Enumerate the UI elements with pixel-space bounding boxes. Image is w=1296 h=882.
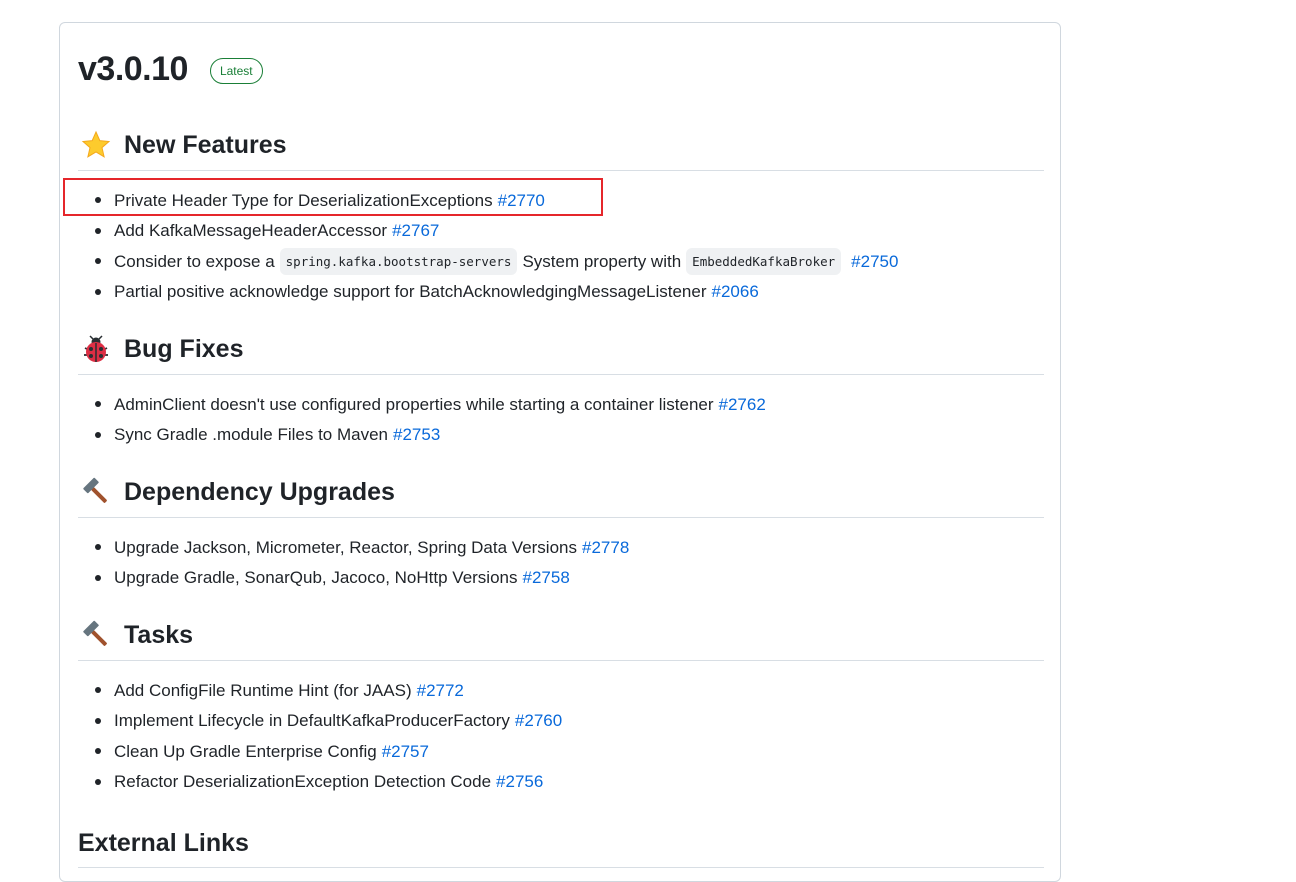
section-heading-external-links: External Links [78,827,1044,868]
list-item: Upgrade Gradle, SonarQub, Jacoco, NoHttp… [95,563,1044,594]
release-version-title[interactable]: v3.0.10 [78,48,188,90]
issue-link[interactable]: #2770 [498,190,545,211]
dependency-list: Upgrade Jackson, Micrometer, Reactor, Sp… [78,532,1044,593]
feature-list: Private Header Type for DeserializationE… [78,185,1044,307]
hammer-icon [81,620,111,650]
section-new-features: New Features Private Header Type for Des… [78,126,1044,307]
list-item: Implement Lifecycle in DefaultKafkaProdu… [95,706,1044,737]
list-item: AdminClient doesn't use configured prope… [95,389,1044,420]
issue-link[interactable]: #2756 [496,771,543,792]
list-item: Consider to expose a spring.kafka.bootst… [95,246,1044,277]
hammer-icon [81,477,111,507]
list-item: Partial positive acknowledge support for… [95,277,1044,308]
latest-badge: Latest [209,58,263,84]
release-card: v3.0.10 Latest New Features Private Head… [59,22,1061,882]
inline-code: spring.kafka.bootstrap-servers [279,247,518,275]
issue-link[interactable]: #2778 [582,537,629,558]
list-item: Upgrade Jackson, Micrometer, Reactor, Sp… [95,532,1044,563]
task-list: Add ConfigFile Runtime Hint (for JAAS) #… [78,675,1044,797]
star-icon [81,130,111,160]
issue-link[interactable]: #2772 [417,680,464,701]
ladybug-icon [81,334,111,364]
release-header: v3.0.10 Latest [78,48,263,90]
list-item: Add KafkaMessageHeaderAccessor #2767 [95,216,1044,247]
list-item: Refactor DeserializationException Detect… [95,767,1044,798]
bugfix-list: AdminClient doesn't use configured prope… [78,389,1044,450]
section-bug-fixes: Bug Fixes AdminClient doesn't use config… [78,330,1044,450]
issue-link[interactable]: #2753 [393,424,440,445]
inline-code: EmbeddedKafkaBroker [686,247,842,275]
issue-link[interactable]: #2066 [712,281,759,302]
section-heading-new-features: New Features [78,126,1044,171]
issue-link[interactable]: #2758 [523,567,570,588]
issue-link[interactable]: #2750 [851,251,898,272]
issue-link[interactable]: #2762 [719,394,766,415]
section-tasks: Tasks Add ConfigFile Runtime Hint (for J… [78,616,1044,797]
list-item: Add ConfigFile Runtime Hint (for JAAS) #… [95,675,1044,706]
list-item: Private Header Type for DeserializationE… [95,185,1044,216]
issue-link[interactable]: #2757 [382,741,429,762]
section-dependency-upgrades: Dependency Upgrades Upgrade Jackson, Mic… [78,473,1044,593]
list-item: Clean Up Gradle Enterprise Config #2757 [95,736,1044,767]
section-heading-bug-fixes: Bug Fixes [78,330,1044,375]
issue-link[interactable]: #2767 [392,220,439,241]
section-heading-dependency-upgrades: Dependency Upgrades [78,473,1044,518]
section-heading-tasks: Tasks [78,616,1044,661]
list-item: Sync Gradle .module Files to Maven #2753 [95,420,1044,451]
issue-link[interactable]: #2760 [515,710,562,731]
